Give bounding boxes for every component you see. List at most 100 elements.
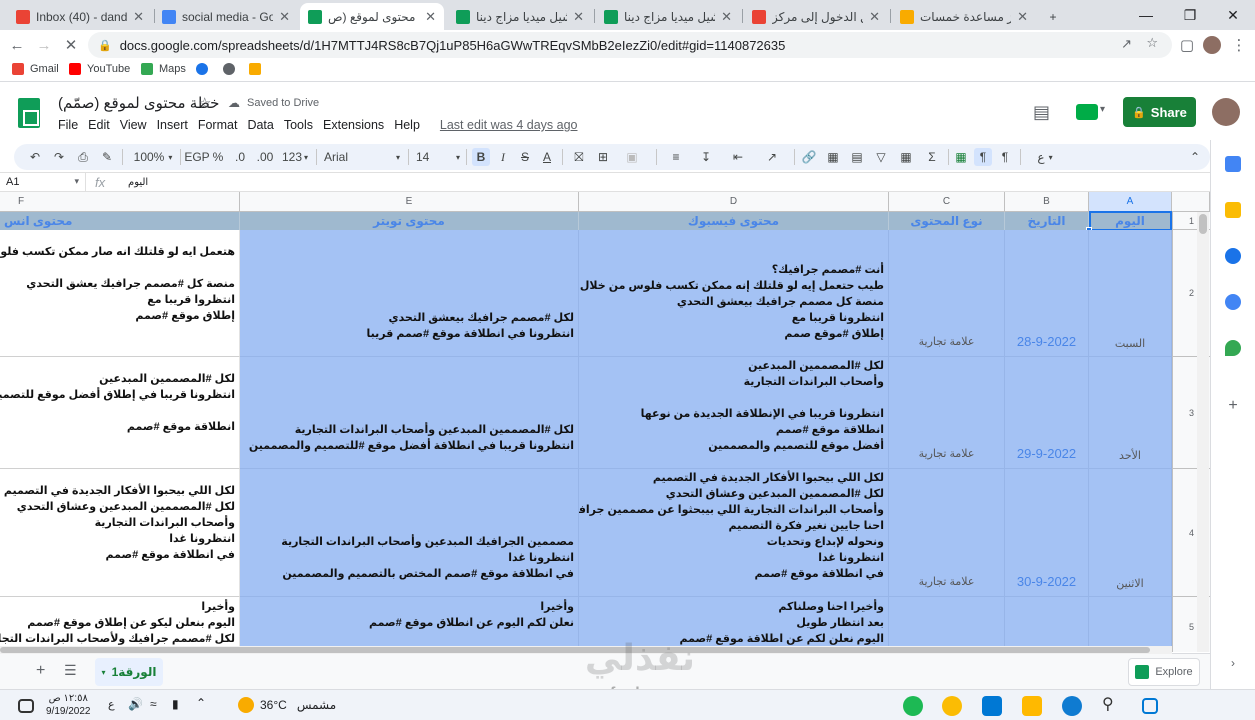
menu-data[interactable]: Data (247, 118, 273, 132)
collapse-toolbar-icon[interactable]: ⌃ (1186, 148, 1204, 166)
browser-tab[interactable]: سوشيل ميديا مزاج دينا... ✕ (448, 3, 592, 30)
redo-icon[interactable]: ↷ (50, 148, 68, 166)
text-rotation-icon[interactable]: ↗ (758, 148, 786, 166)
search-icon[interactable]: ⚲ (1102, 694, 1122, 714)
weather-widget[interactable]: 36°C مشمس (238, 697, 336, 713)
bookmark-youtube[interactable]: YouTube (69, 63, 130, 75)
close-tab-icon[interactable]: ✕ (1017, 9, 1028, 25)
file-explorer-icon[interactable] (1022, 696, 1042, 716)
spreadsheet-grid[interactable]: F E D C B A محتوى انس محتوى تويتر محتوى … (0, 192, 1210, 652)
cell-e[interactable]: مصممين الجرافيك المبدعين وأصحاب البراندا… (240, 469, 579, 597)
column-header-e[interactable]: E (240, 192, 579, 212)
account-avatar[interactable] (1212, 98, 1240, 126)
forward-button[interactable]: → (33, 34, 55, 56)
keep-icon[interactable] (1225, 202, 1241, 218)
cell-d[interactable]: لكل اللي بيحبوا الأفكار الجديدة في التصم… (579, 469, 889, 597)
filter-icon[interactable]: ▽ (872, 148, 890, 166)
browser-tab[interactable]: خطة محتوى لموقع (ص... ✕ (300, 3, 444, 30)
maximize-button[interactable]: ❐ (1168, 0, 1212, 30)
maps-icon[interactable] (1225, 340, 1241, 356)
spotify-icon[interactable] (903, 696, 923, 716)
insert-comment-icon[interactable]: ▦ (824, 148, 842, 166)
mail-icon[interactable] (982, 696, 1002, 716)
column-header-d[interactable]: D (579, 192, 889, 212)
bookmark-khamsat[interactable] (249, 63, 267, 75)
browser-tab[interactable]: social media - Google... ✕ (154, 3, 298, 30)
cell-e[interactable]: لكل #المصممين المبدعين وأصحاب البراندات … (240, 357, 579, 469)
cell-a[interactable]: الاثنين (1089, 469, 1172, 597)
menu-extensions[interactable]: Extensions (323, 118, 384, 132)
close-tab-icon[interactable]: ✕ (573, 9, 584, 25)
input-tools-icon[interactable]: ع ▾ (1028, 148, 1062, 166)
cell-c[interactable]: علامة تجارية (889, 357, 1005, 469)
cell-f[interactable]: وأخيرا اليوم بنعلن ليكو عن إطلاق موقع #صم… (0, 597, 240, 652)
cell-f[interactable]: هتعمل ايه لو قلتلك انه صار ممكن تكسب فلو… (0, 230, 240, 357)
vertical-align-icon[interactable]: ↧ (694, 148, 718, 166)
sheets-logo-icon[interactable] (18, 98, 40, 128)
cell-e[interactable]: وأخيرا نعلن لكم اليوم عن انطلاق موقع #صمم (240, 597, 579, 652)
paint-format-icon[interactable]: ✎ (98, 148, 116, 166)
cell-c[interactable]: علامة تجارية (889, 230, 1005, 357)
close-tab-icon[interactable]: ✕ (425, 9, 436, 25)
reload-button[interactable]: ✕ (60, 34, 82, 56)
bookmark-globe[interactable] (223, 63, 241, 75)
column-header-a[interactable]: A (1089, 192, 1172, 212)
browser-tab[interactable]: تسجيل الدخول إلى مركز... ✕ (744, 3, 888, 30)
cell-b[interactable]: 28-9-2022 (1005, 230, 1089, 357)
decrease-decimal-button[interactable]: .0 (231, 148, 249, 166)
new-tab-button[interactable]: + (1040, 3, 1066, 30)
minimize-button[interactable]: — (1124, 0, 1168, 30)
add-addon-icon[interactable]: + (1225, 398, 1241, 414)
text-wrap-icon[interactable]: ⇤ (726, 148, 750, 166)
contacts-icon[interactable] (1225, 294, 1241, 310)
cell-b[interactable] (1005, 597, 1089, 652)
functions-icon[interactable]: Σ (920, 148, 944, 166)
battery-icon[interactable]: ▮ (172, 697, 192, 717)
header-cell-b[interactable]: التاريخ (1005, 212, 1089, 230)
increase-decimal-button[interactable]: .00 (254, 148, 276, 166)
zoom-select[interactable]: 100% ▾ (130, 148, 176, 166)
text-color-icon[interactable]: A (538, 148, 556, 166)
wifi-icon[interactable]: ≈ (150, 697, 170, 717)
cloud-saved-icon[interactable]: ☁ (228, 96, 240, 110)
kebab-menu-icon[interactable]: ⋮ (1228, 34, 1250, 56)
cell-c[interactable] (889, 597, 1005, 652)
header-cell-f[interactable]: محتوى انس (0, 212, 240, 230)
name-box[interactable]: A1 ▾ (0, 173, 86, 192)
header-cell-d[interactable]: محتوى فيسبوك (579, 212, 889, 230)
chevron-up-icon[interactable]: ⌃ (196, 696, 216, 716)
sheet-tab[interactable]: ▾ الورقة1 (95, 658, 163, 686)
browser-tab[interactable]: مركز مساعدة خمسات ✕ (892, 3, 1036, 30)
strikethrough-icon[interactable]: S (516, 148, 534, 166)
close-tab-icon[interactable]: ✕ (869, 9, 880, 25)
chevron-down-icon[interactable]: ▾ (1100, 104, 1105, 115)
undo-icon[interactable]: ↶ (26, 148, 44, 166)
back-button[interactable]: ← (6, 34, 28, 56)
select-all-corner[interactable] (1172, 192, 1210, 212)
font-size-select[interactable]: 14 ▾ (416, 148, 460, 166)
cell-a[interactable]: السبت (1089, 230, 1172, 357)
browser-tab[interactable]: Inbox (40) - dandona... ✕ (8, 3, 152, 30)
close-tab-icon[interactable]: ✕ (133, 9, 144, 25)
profile-avatar[interactable] (1201, 34, 1223, 56)
menu-file[interactable]: File (58, 118, 78, 132)
filter-views-icon[interactable]: ▦ (894, 148, 918, 166)
calendar-icon[interactable] (1225, 156, 1241, 172)
cell-a[interactable]: الأحد (1089, 357, 1172, 469)
add-sheet-button[interactable]: + (36, 662, 45, 680)
cell-f[interactable]: لكل #المصممين المبدعين انتظرونا قريبا في … (0, 357, 240, 469)
font-select[interactable]: Arial ▾ (324, 148, 400, 166)
print-icon[interactable]: ⎙ (74, 148, 92, 166)
ltr-paragraph-icon[interactable]: ▦ (952, 148, 970, 166)
input-language-icon[interactable]: ع (108, 698, 128, 718)
percent-format-button[interactable]: % (212, 148, 224, 166)
menu-edit[interactable]: Edit (88, 118, 110, 132)
cell-f[interactable]: لكل اللي بيحبوا الأفكار الجديدة في التصم… (0, 469, 240, 597)
fill-color-icon[interactable]: ⛝ (570, 148, 588, 166)
column-header-c[interactable]: C (889, 192, 1005, 212)
bookmark-maps[interactable]: Maps (141, 63, 186, 75)
italic-icon[interactable]: I (494, 148, 512, 166)
chrome-icon[interactable] (942, 696, 962, 716)
explore-button[interactable]: Explore (1128, 658, 1200, 686)
cell-c[interactable]: علامة تجارية (889, 469, 1005, 597)
